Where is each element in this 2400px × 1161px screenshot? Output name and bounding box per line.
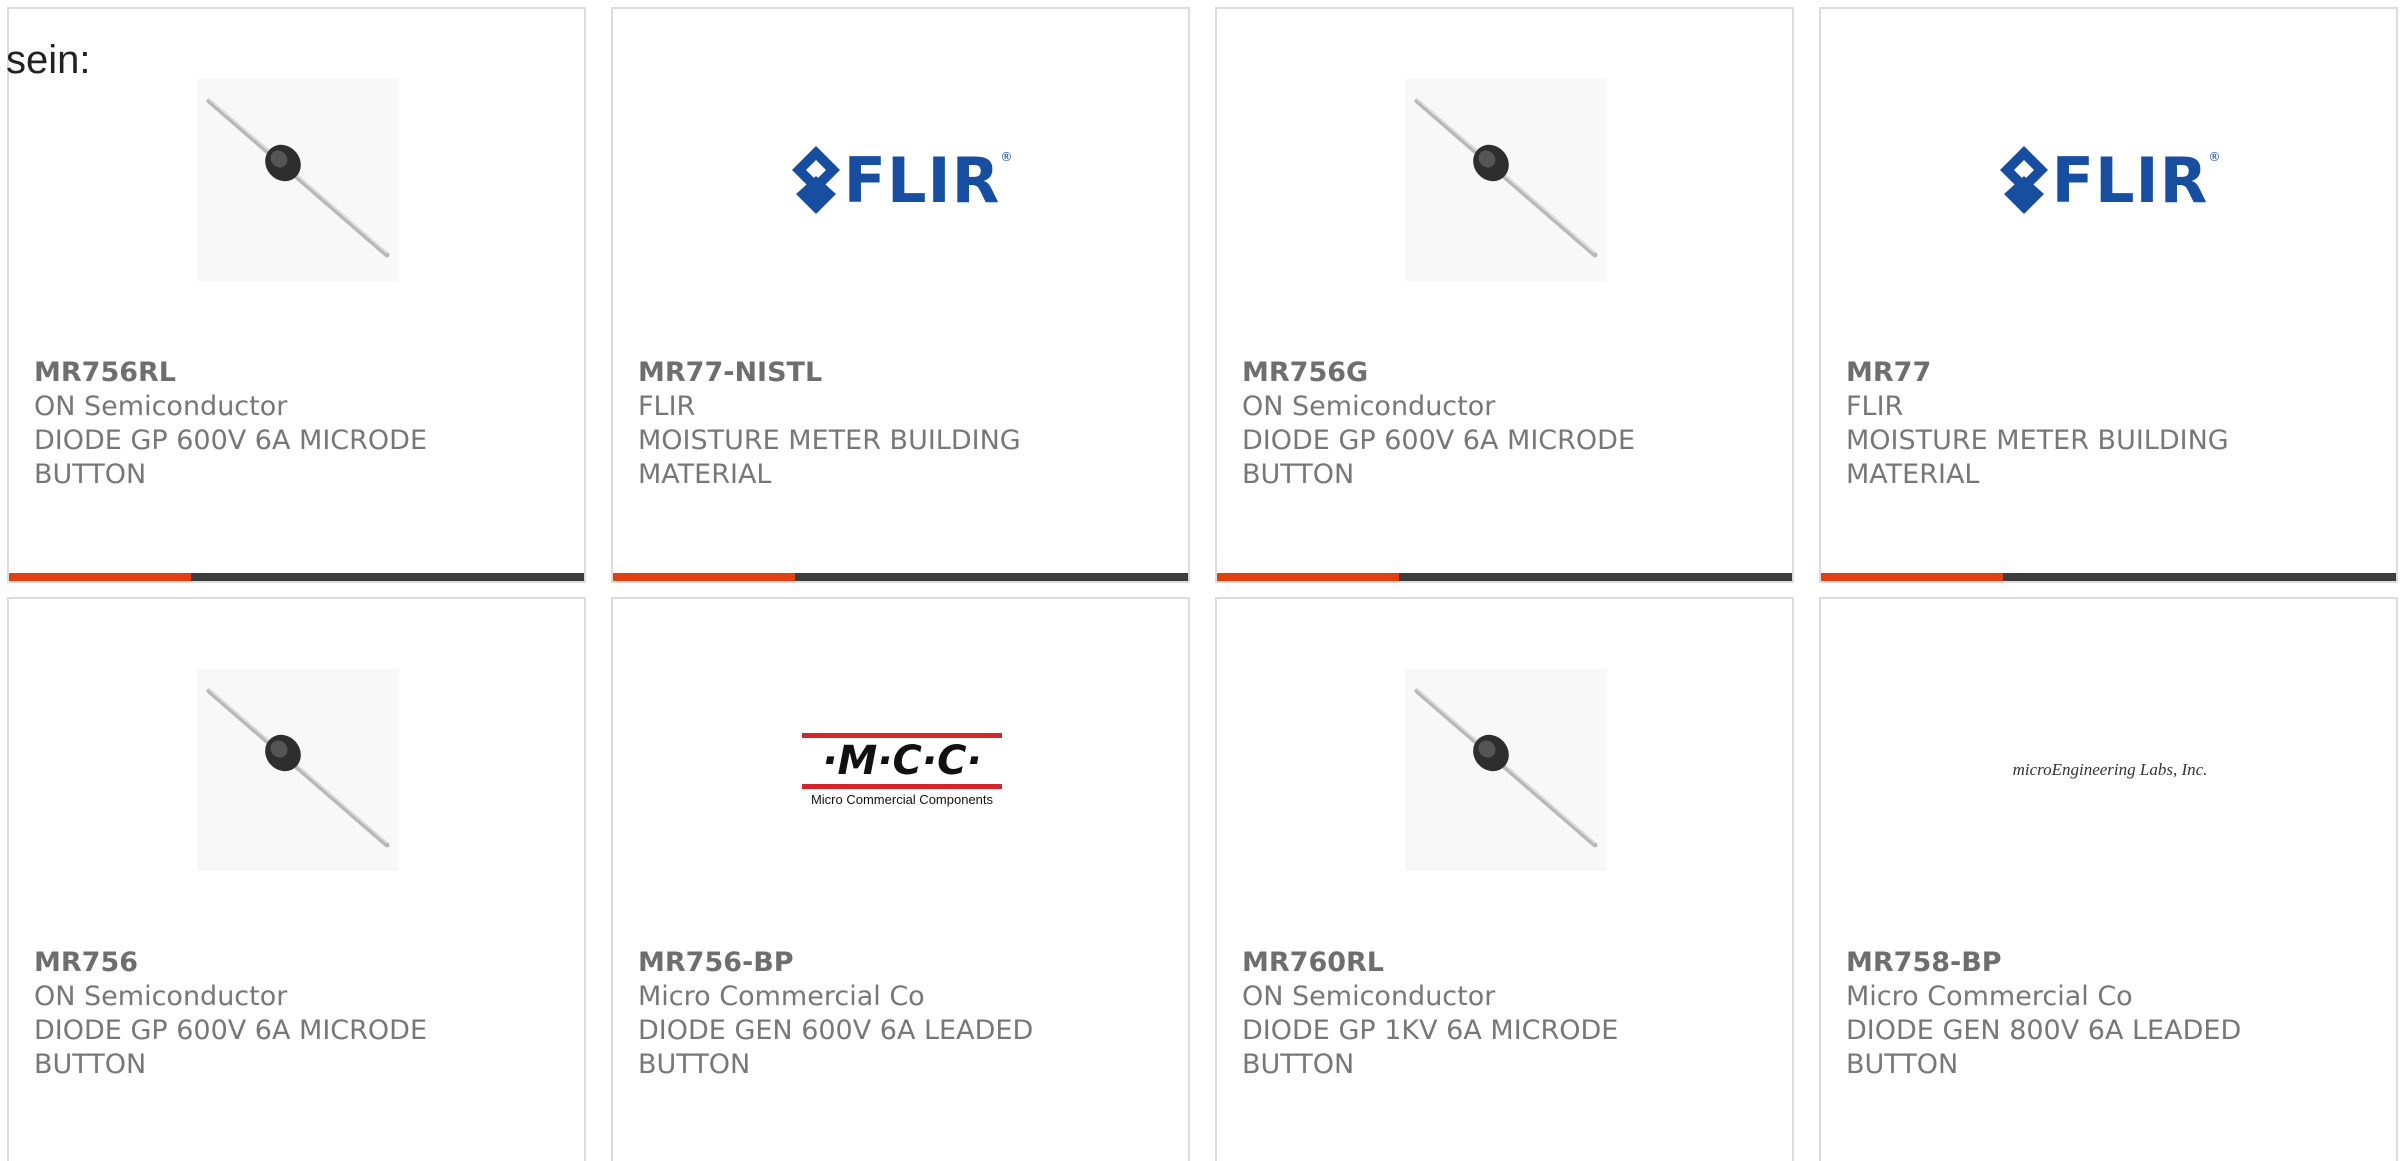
part-number[interactable]: MR77-NISTL (638, 356, 1158, 390)
card-accent-bar (1821, 573, 2003, 581)
product-card[interactable]: microEngineering Labs, Inc. MR758-BP Mic… (1819, 597, 2398, 1161)
part-number[interactable]: MR756-BP (638, 946, 1158, 980)
product-card[interactable]: MR756RL ON Semiconductor DIODE GP 600V 6… (7, 7, 586, 583)
product-image: microEngineering Labs, Inc. (2009, 669, 2211, 871)
product-card[interactable]: MR756G ON Semiconductor DIODE GP 600V 6A… (1215, 7, 1794, 583)
product-info: MR760RL ON Semiconductor DIODE GP 1KV 6A… (1242, 946, 1762, 1082)
description-line-1: DIODE GP 1KV 6A MICRODE (1242, 1015, 1619, 1046)
product-info: MR77 FLIR MOISTURE METER BUILDING MATERI… (1846, 356, 2366, 492)
card-accent-bar (613, 573, 795, 581)
lead-text: sein: (6, 38, 91, 82)
product-info: MR77-NISTL FLIR MOISTURE METER BUILDING … (638, 356, 1158, 492)
flir-diamond-icon (791, 146, 840, 214)
description-line-2: BUTTON (34, 459, 147, 490)
part-number[interactable]: MR756RL (34, 356, 554, 390)
product-info: MR756-BP Micro Commercial Co DIODE GEN 6… (638, 946, 1158, 1082)
product-image: FLIR ® (1999, 79, 2220, 281)
product-card[interactable]: FLIR ® MR77 FLIR MOISTURE METER BUILDING… (1819, 7, 2398, 583)
description-line-2: BUTTON (638, 1049, 751, 1080)
product-image (1405, 79, 1607, 281)
part-number[interactable]: MR756G (1242, 356, 1762, 390)
description-line-1: MOISTURE METER BUILDING (1846, 425, 2229, 456)
mcc-logo-text: ·M·C·C· (822, 738, 982, 784)
description-line-2: BUTTON (1242, 1049, 1355, 1080)
description-line-1: DIODE GEN 600V 6A LEADED (638, 1015, 1034, 1046)
axial-diode-image (1405, 79, 1607, 281)
manufacturer: Micro Commercial Co (638, 981, 925, 1012)
product-info: MR756 ON Semiconductor DIODE GP 600V 6A … (34, 946, 554, 1082)
description-line-2: BUTTON (1846, 1049, 1959, 1080)
manufacturer: FLIR (638, 391, 696, 422)
product-image (197, 669, 399, 871)
manufacturer: Micro Commercial Co (1846, 981, 2133, 1012)
product-info: MR756G ON Semiconductor DIODE GP 600V 6A… (1242, 356, 1762, 492)
axial-diode-image (1405, 669, 1607, 871)
mcc-logo-rule (802, 784, 1002, 789)
flir-logo-text: FLIR (2051, 143, 2209, 217)
description-line-2: BUTTON (34, 1049, 147, 1080)
description-line-1: DIODE GP 600V 6A MICRODE (1242, 425, 1636, 456)
product-image (1405, 669, 1607, 871)
product-grid: MR756RL ON Semiconductor DIODE GP 600V 6… (0, 0, 2400, 1161)
description-line-1: MOISTURE METER BUILDING (638, 425, 1021, 456)
product-info: MR756RL ON Semiconductor DIODE GP 600V 6… (34, 356, 554, 492)
product-info: MR758-BP Micro Commercial Co DIODE GEN 8… (1846, 946, 2366, 1082)
product-card[interactable]: ·M·C·C· Micro Commercial Components MR75… (611, 597, 1190, 1161)
mcc-logo: ·M·C·C· Micro Commercial Components (802, 733, 1002, 807)
description-line-2: MATERIAL (1846, 459, 1980, 490)
part-number[interactable]: MR760RL (1242, 946, 1762, 980)
card-bottom-bar (1217, 573, 1792, 581)
registered-mark: ® (1000, 149, 1013, 164)
flir-logo: FLIR ® (1999, 143, 2221, 217)
product-image (197, 79, 399, 281)
card-bottom-bar (1821, 573, 2396, 581)
card-accent-bar (1217, 573, 1399, 581)
product-image: ·M·C·C· Micro Commercial Components (801, 669, 1003, 871)
flir-logo-text: FLIR (843, 143, 1001, 217)
manufacturer: ON Semiconductor (1242, 981, 1496, 1012)
card-bottom-bar (9, 573, 584, 581)
product-image: FLIR ® (791, 79, 1012, 281)
product-card[interactable]: FLIR ® MR77-NISTL FLIR MOISTURE METER BU… (611, 7, 1190, 583)
manufacturer: FLIR (1846, 391, 1904, 422)
manufacturer: ON Semiconductor (34, 981, 288, 1012)
flir-diamond-icon (1999, 146, 2048, 214)
microengineering-labs-logo: microEngineering Labs, Inc. (2012, 760, 2208, 779)
part-number[interactable]: MR77 (1846, 356, 2366, 390)
description-line-2: MATERIAL (638, 459, 772, 490)
flir-logo: FLIR ® (791, 143, 1013, 217)
axial-diode-image (197, 669, 399, 871)
axial-diode-image (197, 79, 399, 281)
registered-mark: ® (2208, 149, 2221, 164)
description-line-1: DIODE GP 600V 6A MICRODE (34, 425, 428, 456)
card-accent-bar (9, 573, 191, 581)
description-line-1: DIODE GP 600V 6A MICRODE (34, 1015, 428, 1046)
product-card[interactable]: MR760RL ON Semiconductor DIODE GP 1KV 6A… (1215, 597, 1794, 1161)
product-card[interactable]: MR756 ON Semiconductor DIODE GP 600V 6A … (7, 597, 586, 1161)
description-line-2: BUTTON (1242, 459, 1355, 490)
description-line-1: DIODE GEN 800V 6A LEADED (1846, 1015, 2242, 1046)
part-number[interactable]: MR756 (34, 946, 554, 980)
mcc-logo-subtext: Micro Commercial Components (810, 792, 994, 807)
manufacturer: ON Semiconductor (34, 391, 288, 422)
part-number[interactable]: MR758-BP (1846, 946, 2366, 980)
manufacturer: ON Semiconductor (1242, 391, 1496, 422)
card-bottom-bar (613, 573, 1188, 581)
